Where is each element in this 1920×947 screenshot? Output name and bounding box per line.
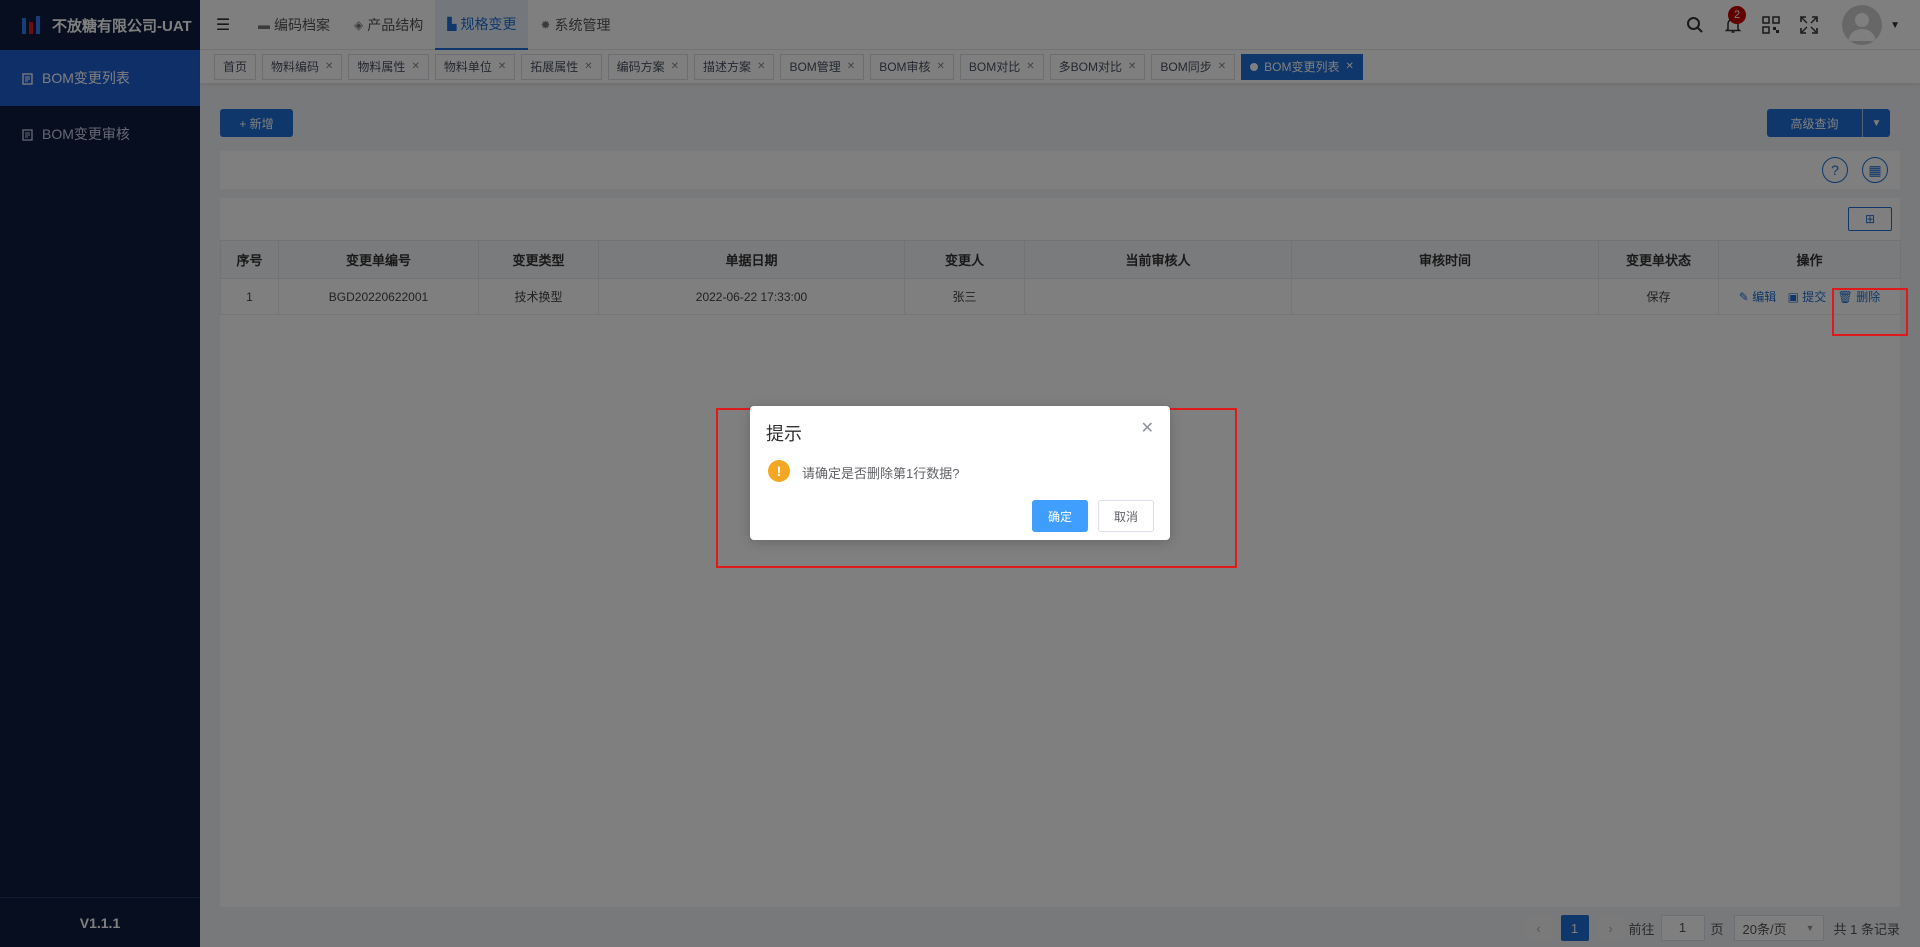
confirm-button[interactable]: 确定 xyxy=(1032,500,1088,532)
dialog-message: 请确定是否删除第1行数据? xyxy=(802,466,960,481)
confirm-dialog: 提示 ✕ ! 请确定是否删除第1行数据? 确定 取消 xyxy=(750,406,1170,540)
close-icon[interactable]: ✕ xyxy=(1141,418,1154,438)
dialog-title: 提示 xyxy=(766,424,802,444)
highlight-delete-box xyxy=(1832,288,1908,336)
cancel-button[interactable]: 取消 xyxy=(1098,500,1154,532)
warning-icon: ! xyxy=(768,460,790,482)
